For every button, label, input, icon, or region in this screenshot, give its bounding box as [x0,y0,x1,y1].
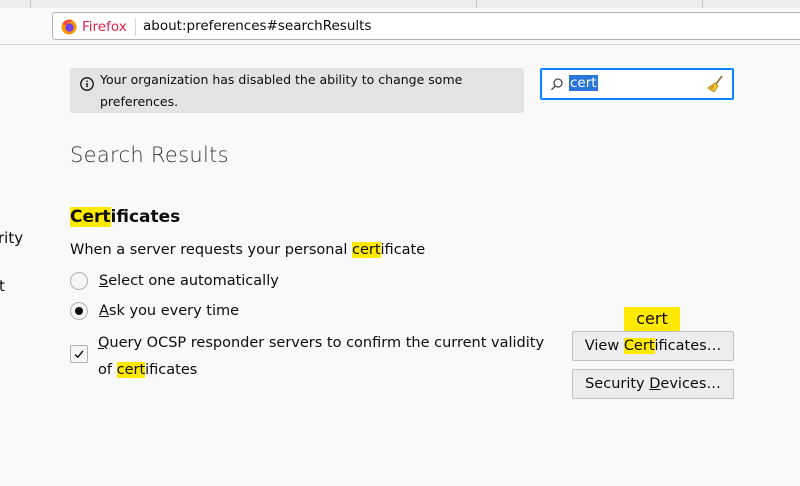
description-text: ificate [380,242,426,258]
radio-label: Ask you every time [99,303,239,319]
search-icon [551,78,563,91]
ocsp-checkbox-label[interactable]: Query OCSP responder servers to confirm … [98,330,568,384]
label-text: sk you every time [108,303,240,319]
page-title: Search Results [70,143,229,167]
firefox-logo-icon [61,19,77,35]
access-key: D [649,376,661,392]
description-text: When a server requests your personal [70,242,352,258]
checkmark-icon [74,350,84,359]
tab-divider [702,0,703,8]
broom-icon[interactable] [707,75,725,93]
radio-button[interactable] [70,272,88,290]
security-devices-button[interactable]: Security ​Devices… [572,369,734,399]
label-text: ificates [145,362,198,378]
label-text: uery OCSP responder servers to confirm t… [109,335,545,351]
identity-label: Firefox [82,19,127,35]
button-text: evices… [660,376,721,392]
policy-notice-text: Your organization has disabled the abili… [100,72,463,109]
search-highlight: Cert [70,207,111,227]
radio-ask-every-time[interactable]: Ask you every time [70,300,239,322]
identity-box[interactable]: Firefox [61,18,127,36]
url-bar[interactable]: Firefox about:preferences#searchResults [52,12,800,40]
access-key: S [99,273,109,289]
url-separator [135,18,136,36]
search-highlight: Cert [623,338,655,354]
button-text: View [584,338,624,354]
radio-select-automatically[interactable]: Select one automatically [70,270,279,292]
view-certificates-button[interactable]: View ​Certificates… [572,331,734,361]
url-text[interactable]: about:preferences#searchResults [143,18,371,34]
search-tooltip: cert [624,307,680,337]
tab-divider [476,0,477,8]
certificates-description: When a server requests your personal cer… [70,242,425,258]
info-icon [80,77,94,91]
sidebar-item-privacy-security[interactable]: rity [0,229,23,247]
button-text: ificates… [654,338,722,354]
section-title-certificates: Certificates [70,207,180,227]
policy-notice: Your organization has disabled the abili… [70,68,524,113]
radio-button[interactable] [70,302,88,320]
search-highlight: cert [116,362,146,378]
tab-strip [0,0,800,8]
access-key: A [99,303,109,319]
search-highlight: cert [351,242,381,258]
radio-label: Select one automatically [99,273,279,289]
label-text: of [98,362,117,378]
label-text: elect one automatically [108,273,279,289]
ocsp-checkbox[interactable] [70,345,88,363]
button-text: Security [585,376,650,392]
sidebar-item-account[interactable]: t [0,277,5,295]
navigation-toolbar: Firefox about:preferences#searchResults [0,8,800,45]
tab-divider [30,0,31,8]
search-query[interactable]: cert [569,75,598,91]
preferences-search-input[interactable]: cert [540,68,734,100]
section-title-rest: ificates [110,207,181,227]
access-key: Q [98,335,110,351]
